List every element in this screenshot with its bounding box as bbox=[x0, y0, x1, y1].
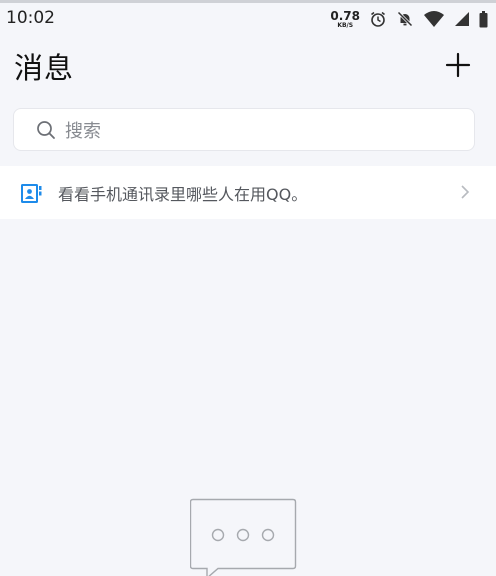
page-title: 消息 bbox=[14, 51, 75, 85]
chat-bubble-ellipsis-icon bbox=[190, 498, 297, 576]
contacts-match-banner[interactable]: 看看手机通讯录里哪些人在用QQ。 bbox=[0, 166, 496, 219]
battery-icon bbox=[479, 10, 488, 27]
net-speed-value: 0.78 bbox=[330, 8, 360, 23]
net-speed-indicator: 0.78 KB/S bbox=[330, 10, 360, 29]
status-time: 10:02 bbox=[6, 8, 55, 28]
search-placeholder: 搜索 bbox=[65, 120, 101, 142]
plus-icon bbox=[445, 52, 471, 78]
contacts-banner-text: 看看手机通讯录里哪些人在用QQ。 bbox=[58, 184, 308, 204]
contact-book-icon bbox=[21, 183, 42, 203]
add-button[interactable] bbox=[440, 47, 476, 83]
search-bar[interactable]: 搜索 bbox=[13, 108, 475, 151]
status-bar: 10:02 0.78 KB/S bbox=[0, 3, 496, 33]
alarm-icon bbox=[371, 11, 385, 27]
chevron-right-icon bbox=[461, 185, 470, 199]
net-speed-unit: KB/S bbox=[337, 21, 354, 29]
cell-signal-icon bbox=[455, 12, 469, 26]
header: 消息 bbox=[0, 33, 496, 95]
search-icon bbox=[37, 120, 55, 139]
wifi-icon bbox=[424, 11, 444, 27]
notifications-off-icon bbox=[397, 11, 413, 27]
status-icons: 0.78 KB/S bbox=[330, 9, 488, 29]
